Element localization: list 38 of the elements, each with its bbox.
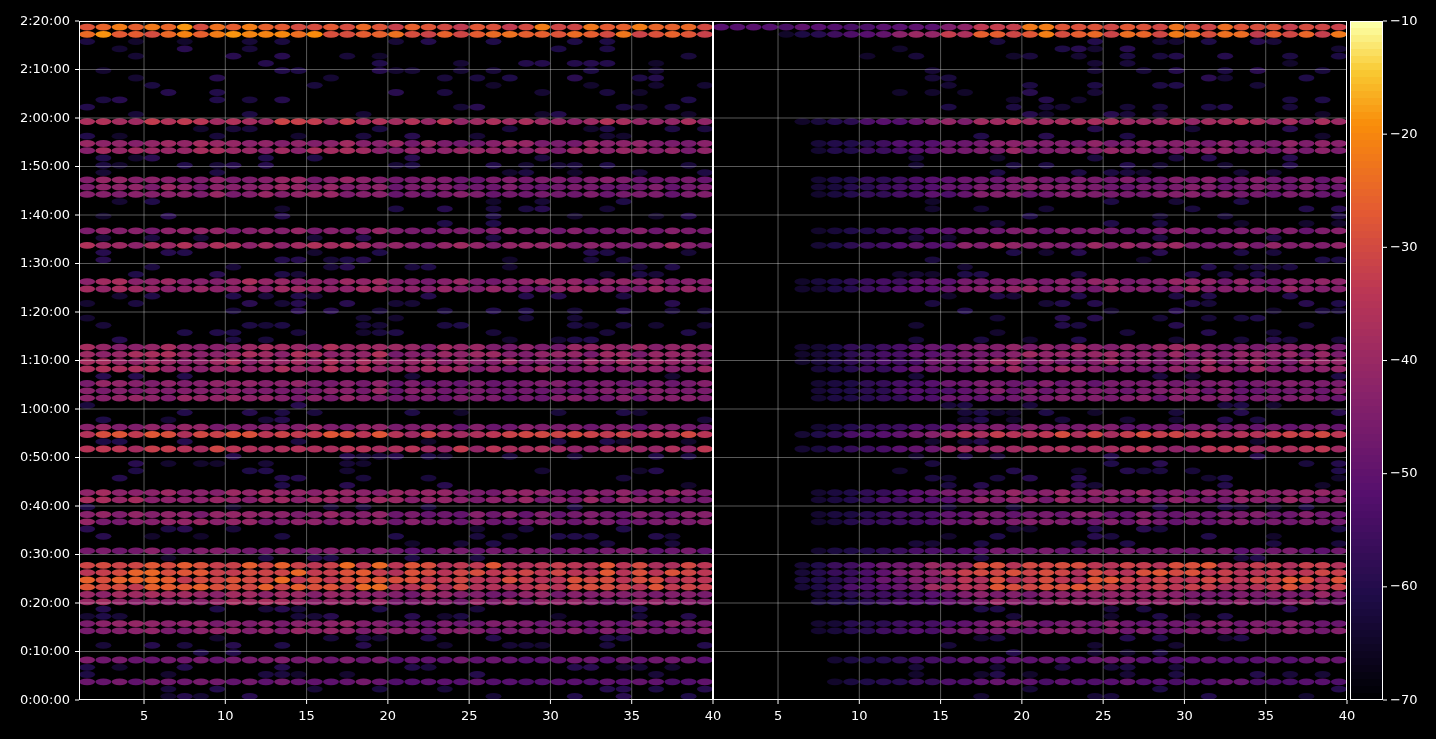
axis-tick-label: 10 xyxy=(217,707,234,723)
axis-tick-label: 1:50:00 xyxy=(19,158,70,173)
axis-tick-label: 30 xyxy=(542,707,559,723)
axis-tick-label: 40 xyxy=(1338,707,1356,723)
axis-tick-label: 20 xyxy=(379,707,397,723)
axis-tick-label: 1:10:00 xyxy=(19,352,70,367)
axis-tick-label: 25 xyxy=(460,707,478,723)
axis-tick-label: 25 xyxy=(1094,707,1112,723)
colorbar-tick-label: −20 xyxy=(1390,125,1418,141)
colorbar-tick-label: −70 xyxy=(1390,691,1418,707)
axis-tick-label: 35 xyxy=(1257,707,1274,723)
axis-tick-label: 0:00:00 xyxy=(19,691,70,707)
axis-tick-label: 15 xyxy=(932,707,949,723)
axis-tick-label: 1:00:00 xyxy=(19,400,70,416)
axis-tick-label: 2:00:00 xyxy=(19,109,70,125)
colorbar-tick-label: −10 xyxy=(1390,12,1418,28)
axis-tick-label: 15 xyxy=(298,707,315,723)
colorbar-tick-label: −40 xyxy=(1390,352,1418,367)
axis-tick-label: 0:40:00 xyxy=(19,497,70,513)
axis-tick-label: 0:20:00 xyxy=(19,594,70,610)
axis-tick-label: 0:50:00 xyxy=(19,449,70,464)
axis-tick-label: 1:40:00 xyxy=(19,206,70,222)
axis-tick-label: 0:10:00 xyxy=(19,643,70,658)
axis-tick-label: 0:30:00 xyxy=(19,546,70,561)
colorbar-tick-label: −50 xyxy=(1390,465,1418,481)
axis-tick-label: 2:10:00 xyxy=(19,61,70,76)
axis-tick-label: 2:20:00 xyxy=(19,12,70,28)
axis-tick-label: 5 xyxy=(773,707,783,723)
axis-tick-label: 1:30:00 xyxy=(19,255,70,270)
axis-tick-label: 1:20:00 xyxy=(19,303,70,319)
axis-tick-label: 20 xyxy=(1013,707,1031,723)
axis-tick-label: 40 xyxy=(704,707,722,723)
axis-tick-label: 10 xyxy=(851,707,868,723)
axis-tick-label: 35 xyxy=(623,707,640,723)
colorbar-tick-label: −30 xyxy=(1390,238,1418,254)
colorbar-tick-label: −60 xyxy=(1390,578,1418,594)
axis-tick-label: 30 xyxy=(1176,707,1193,723)
axis-tick-label: 5 xyxy=(139,707,149,723)
